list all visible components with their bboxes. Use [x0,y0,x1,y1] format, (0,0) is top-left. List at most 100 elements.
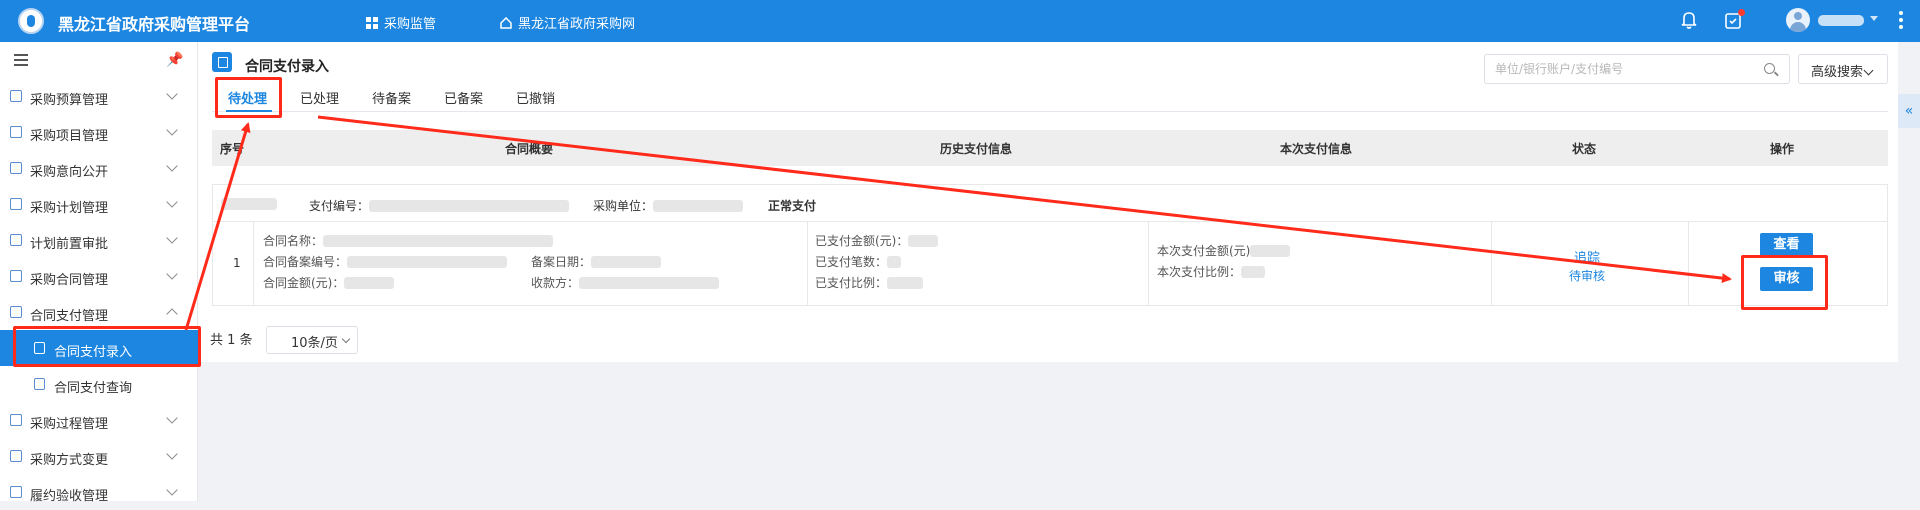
sidebar-item-label: 合同支付管理 [30,309,109,324]
document-icon [212,52,232,72]
hamburger-icon[interactable] [14,54,28,66]
advanced-search-label: 高级搜索 [1811,65,1864,80]
sidebar-item-label: 计划前置审批 [30,237,109,252]
chevron-down-icon [166,448,178,460]
sidebar-item-budget[interactable]: 采购预算管理 [0,78,198,114]
checklist-icon [10,198,22,210]
payee: 收款方： [531,274,720,291]
record-date: 备案日期： [531,253,662,270]
sidebar-item-intent[interactable]: 采购意向公开 [0,150,198,186]
double-chevron-left-icon[interactable]: « [1898,94,1920,128]
sidebar-subitem-label: 合同支付录入 [54,345,133,360]
audit-button[interactable]: 审核 [1760,267,1813,291]
chevron-down-icon [166,160,178,172]
contract-icon [10,270,22,282]
contract-amount-label: 合同金额(元)： [263,276,345,290]
caret-down-icon[interactable] [1870,16,1878,21]
emblem-logo [18,8,44,34]
current-ratio-label: 本次支付比例： [1157,265,1242,279]
stamp-icon [10,234,22,246]
swap-icon [10,450,22,462]
grid-icon [366,17,378,29]
search-document-icon [34,378,45,390]
chevron-down-icon [341,334,351,344]
row-seq: 1 [233,256,241,270]
paid-amount: 已支付金额(元)： [815,232,939,249]
search-input[interactable] [1495,61,1755,77]
active-tab-indicator [226,110,272,112]
search-icon[interactable] [1764,63,1775,74]
tab-recorded[interactable]: 已备案 [444,88,483,107]
sidebar-item-label: 采购意向公开 [30,165,109,180]
divider [253,222,254,306]
more-vertical-icon[interactable] [1898,10,1904,32]
divider [807,222,808,306]
paid-ratio: 已支付比例： [815,274,924,291]
nav-procurement-monitor[interactable]: 采购监管 [366,13,436,32]
chevron-down-icon [166,124,178,136]
col-status: 状态 [1572,142,1597,156]
view-button[interactable]: 查看 [1760,233,1813,257]
unit-label: 采购单位： [593,199,654,213]
advanced-search-button[interactable]: 高级搜索 [1798,54,1888,84]
sidebar-item-acceptance[interactable]: 履约验收管理 [0,474,198,510]
user-name-redacted[interactable] [1818,15,1864,26]
sidebar-item-label: 履约验收管理 [30,489,109,504]
avatar[interactable] [1786,8,1810,32]
divider [1491,222,1492,306]
sidebar-item-payment[interactable]: 合同支付管理 [0,294,198,330]
bell-icon[interactable] [1680,10,1698,30]
nav-procurement-site[interactable]: 黑龙江省政府采购网 [500,13,635,32]
sidebar-item-contract[interactable]: 采购合同管理 [0,258,198,294]
tab-revoked[interactable]: 已撤销 [516,88,555,107]
sidebar-subitem-payment-entry[interactable]: 合同支付录入 [0,330,198,366]
paid-count-label: 已支付笔数： [815,255,888,269]
status-badge: 待审核 [1569,269,1606,283]
current-ratio: 本次支付比例： [1157,263,1266,280]
total-count: 共 1 条 [210,333,253,348]
tab-to-record[interactable]: 待备案 [372,88,411,107]
tab-pending[interactable]: 待处理 [228,88,267,107]
pin-icon[interactable]: 📌 [166,52,183,68]
sidebar-item-plan[interactable]: 采购计划管理 [0,186,198,222]
paid-amount-label: 已支付金额(元)： [815,234,909,248]
process-icon [10,414,22,426]
chevron-down-icon [166,484,178,496]
home-icon [500,17,512,29]
contract-record-no: 合同备案编号： [263,253,508,270]
contract-name-label: 合同名称： [263,234,324,248]
table-header: 序号 合同概要 历史支付信息 本次支付信息 状态 操作 [212,130,1888,166]
contract-record-no-label: 合同备案编号： [263,255,348,269]
payment-no-label: 支付编号： [309,199,370,213]
status-tabs: 待处理 已处理 待备案 已备案 已撤销 [212,84,1888,112]
record-date-label: 备案日期： [531,255,592,269]
divider [1688,222,1689,306]
current-amount: 本次支付金额(元) [1157,242,1291,259]
sidebar-item-project[interactable]: 采购项目管理 [0,114,198,150]
col-contract-summary: 合同概要 [505,142,554,156]
sidebar-subitem-payment-query[interactable]: 合同支付查询 [0,366,198,402]
top-bar: 黑龙江省政府采购管理平台 采购监管 黑龙江省政府采购网 [0,0,1920,42]
page-title: 合同支付录入 [245,59,329,75]
chevron-down-icon [166,232,178,244]
col-action: 操作 [1770,142,1795,156]
track-link[interactable]: 追踪 [1574,247,1600,266]
sidebar-item-method-change[interactable]: 采购方式变更 [0,438,198,474]
nav-site-label: 黑龙江省政府采购网 [518,17,636,32]
sidebar-item-pre-approval[interactable]: 计划前置审批 [0,222,198,258]
budget-icon [10,90,22,102]
pay-type: 正常支付 [768,199,817,213]
divider [1148,222,1149,306]
sidebar-subitem-label: 合同支付查询 [54,381,133,396]
search-field[interactable] [1484,54,1790,84]
page-size-select[interactable]: 10条/页 [266,326,358,354]
col-history-payment: 历史支付信息 [940,142,1013,156]
sidebar-item-label: 采购方式变更 [30,453,109,468]
project-icon [10,126,22,138]
sidebar-item-label: 采购计划管理 [30,201,109,216]
sidebar-item-label: 采购项目管理 [30,129,109,144]
sidebar-item-process[interactable]: 采购过程管理 [0,402,198,438]
tab-processed[interactable]: 已处理 [300,88,339,107]
col-current-payment: 本次支付信息 [1280,142,1353,156]
chevron-up-icon [166,308,178,320]
